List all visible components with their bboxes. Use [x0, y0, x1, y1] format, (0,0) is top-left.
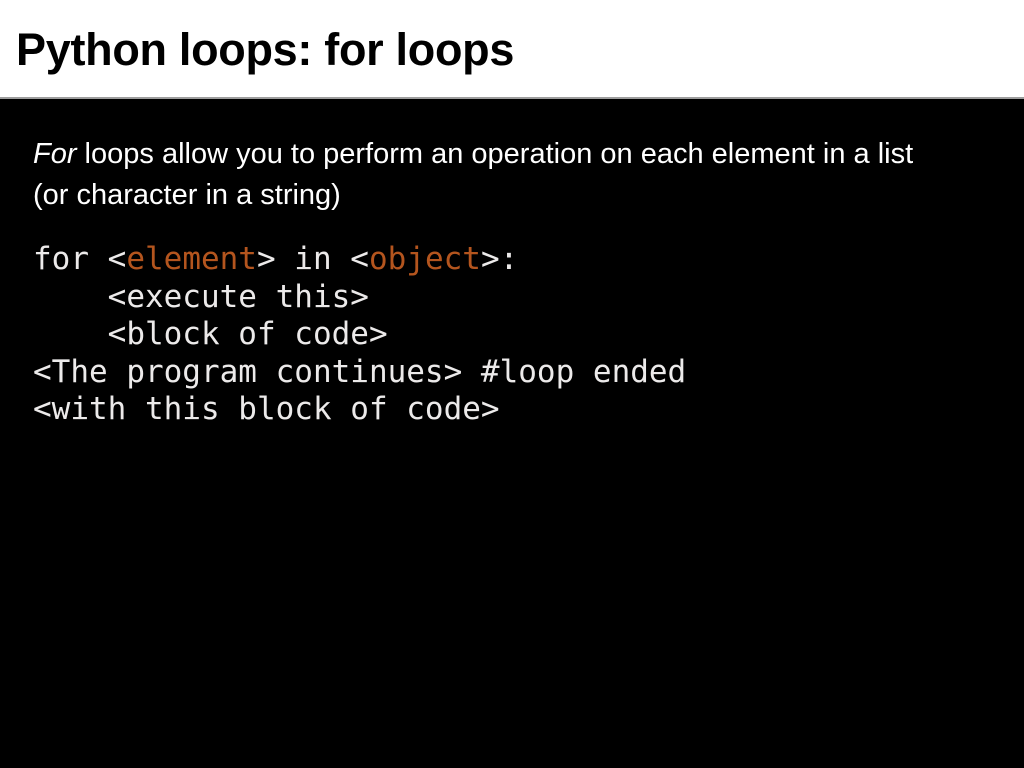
- body-paragraph-emphasis: For: [33, 138, 77, 170]
- code-token-element: element: [126, 241, 257, 277]
- code-token-object: object: [368, 241, 481, 277]
- code-line-4: <The program continues> #loop ended: [33, 353, 687, 390]
- slide-title-band: Python loops: for loops: [0, 0, 1024, 99]
- slide: Python loops: for loops For loops allow …: [0, 0, 1024, 768]
- code-token-colon: >:: [480, 241, 519, 277]
- slide-body: For loops allow you to perform an operat…: [0, 101, 1024, 768]
- code-token-in: > in <: [256, 241, 369, 277]
- body-paragraph: For loops allow you to perform an operat…: [33, 134, 933, 216]
- page-title: Python loops: for loops: [16, 24, 515, 75]
- code-line-2: <execute this>: [33, 278, 369, 315]
- code-token-for: for <: [33, 241, 127, 277]
- code-block: for <element> in <object>: <execute this…: [33, 241, 686, 429]
- body-paragraph-rest: loops allow you to perform an operation …: [33, 138, 914, 211]
- code-line-3: <block of code>: [33, 316, 388, 352]
- code-line-1: for <element> in <object>:: [33, 241, 686, 279]
- code-line-5: <with this block of code>: [33, 391, 500, 427]
